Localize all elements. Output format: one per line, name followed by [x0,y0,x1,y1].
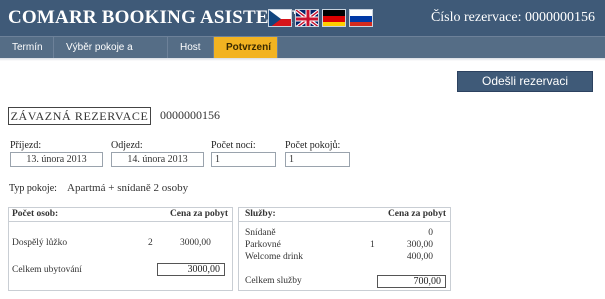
services-table-header: Služby: Cena za pobyt [239,208,450,222]
departure-label: Odjezd: [111,140,143,151]
tab-guest[interactable]: Host [168,37,214,58]
persons-table-header: Počet osob: Cena za pobyt [9,208,232,222]
services-total-field: 700,00 [377,275,446,288]
app-header: COMARR BOOKING ASISTENT Číslo rezervace:… [0,0,605,36]
binding-reservation-number: 0000000156 [160,108,220,122]
services-header-price: Cena za pobyt [387,209,446,219]
services-table: Služby: Cena za pobyt Snídaně 0 Parkovné… [238,207,451,291]
tab-termin[interactable]: Termín [0,37,54,58]
services-header-label: Služby: [245,209,276,219]
nights-field[interactable]: 1 [211,152,276,167]
service-row-name: Welcome drink [245,252,304,262]
tab-room-and-services[interactable]: Výběr pokoje a služeb [54,37,168,74]
persons-row-count: 2 [148,238,153,248]
room-type-label: Typ pokoje: [9,183,57,194]
german-flag-icon[interactable] [322,9,346,27]
accommodation-total-label: Celkem ubytování [12,265,82,275]
language-switcher [268,9,373,29]
arrival-field[interactable]: 13. února 2013 [10,152,103,167]
service-row-price: 0 [428,228,433,238]
departure-field[interactable]: 14. února 2013 [111,152,204,167]
persons-header-label: Počet osob: [12,209,59,219]
tab-confirmation[interactable]: Potvrzení [214,37,278,58]
room-type-value: Apartmá + snídaně 2 osoby [67,182,189,194]
service-row-name: Snídaně [245,228,276,238]
uk-flag-icon[interactable] [295,9,319,27]
accommodation-total-field: 3000,00 [157,263,225,276]
nav-divider [0,58,605,61]
binding-reservation-label: ZÁVAZNÁ REZERVACE [8,107,151,125]
persons-table: Počet osob: Cena za pobyt Dospělý lůžko … [8,207,233,291]
service-row-name: Parkovné [245,240,281,250]
nights-label: Počet nocí: [211,140,256,151]
rooms-field[interactable]: 1 [285,152,350,167]
step-navigation: Termín Výběr pokoje a služeb Host Potvrz… [0,36,605,74]
arrival-label: Příjezd: [10,140,42,151]
persons-header-price: Cena za pobyt [169,209,228,219]
russian-flag-icon[interactable] [349,9,373,27]
app-title: COMARR BOOKING ASISTENT [8,7,296,28]
service-row-count: 1 [370,240,375,250]
service-row-price: 300,00 [406,240,433,250]
reservation-number-header: Číslo rezervace: 0000000156 [430,10,595,25]
persons-row-name: Dospělý lůžko [12,238,68,248]
service-row-price: 400,00 [406,252,433,262]
submit-reservation-button[interactable]: Odešli rezervaci [457,71,593,92]
rooms-label: Počet pokojů: [285,140,341,151]
czech-flag-icon[interactable] [268,9,292,27]
services-total-label: Celkem služby [245,276,302,286]
persons-row-price: 3000,00 [180,238,211,248]
